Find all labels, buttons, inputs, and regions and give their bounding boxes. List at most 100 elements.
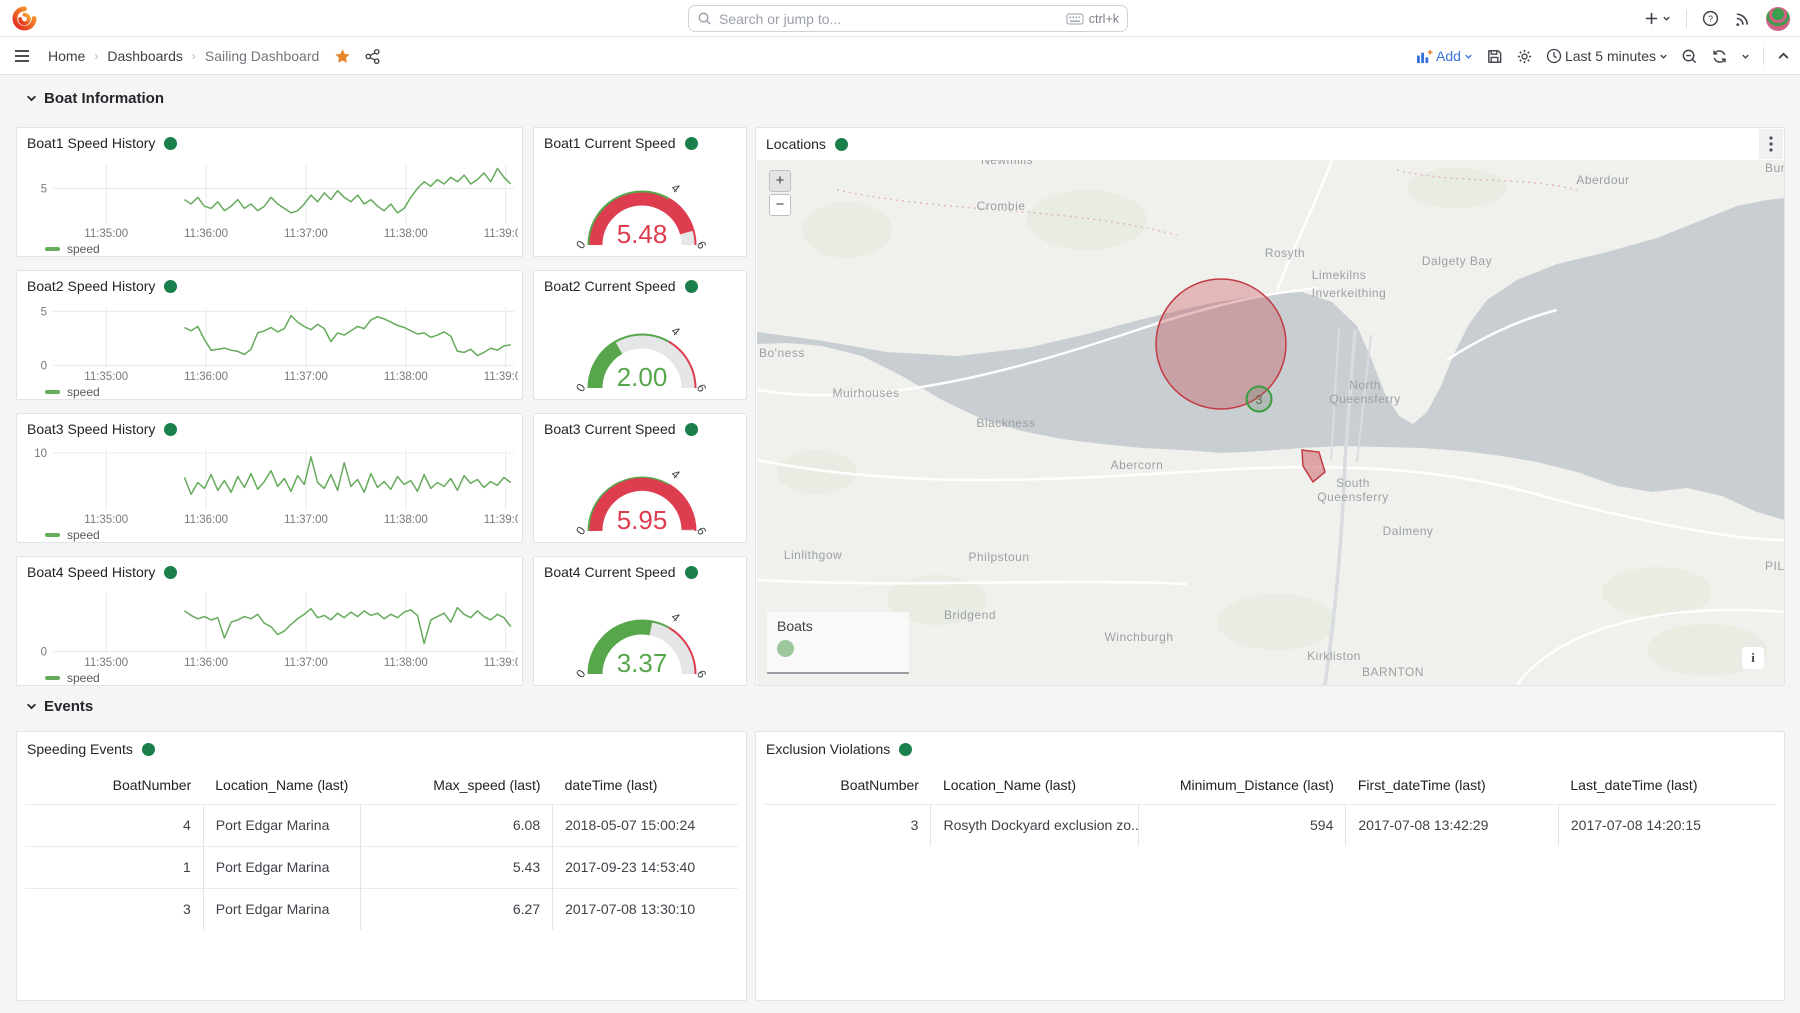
chevron-down-icon [26, 701, 37, 712]
caret-down-icon [1741, 52, 1750, 61]
timeseries-chart: 11:35:0011:36:0011:37:0011:38:0011:39:00… [23, 444, 518, 528]
save-button[interactable] [1486, 48, 1503, 65]
legend-speed[interactable]: speed [67, 671, 100, 685]
svg-text:11:36:00: 11:36:00 [184, 657, 228, 669]
news-button[interactable] [1734, 10, 1751, 27]
share-icon[interactable] [364, 48, 381, 65]
search-input[interactable]: Search or jump to... ctrl+k [688, 5, 1128, 32]
svg-text:Abercorn: Abercorn [1111, 458, 1164, 472]
add-panel-button[interactable]: Add [1416, 48, 1473, 64]
panel-header[interactable]: Boat2 Speed History [17, 271, 522, 301]
table-row: 1Port Edgar Marina5.432017-09-23 14:53:4… [25, 846, 738, 888]
panel-locations-map: Locations [755, 127, 1785, 686]
help-button[interactable]: ? [1702, 10, 1719, 27]
legend-swatch [45, 247, 60, 251]
column-header[interactable]: Max_speed (last) [360, 766, 553, 804]
svg-text:Newmills: Newmills [981, 160, 1033, 167]
svg-text:4: 4 [669, 467, 683, 482]
panel-header[interactable]: Boat4 Current Speed [534, 557, 746, 587]
panel-boat2-current-speed: Boat2 Current Speed 0462.00 [533, 270, 747, 400]
svg-text:11:37:00: 11:37:00 [284, 657, 328, 669]
breadcrumb-dashboards[interactable]: Dashboards [107, 48, 183, 64]
column-header[interactable]: Minimum_Distance (last) [1138, 766, 1345, 804]
svg-text:11:35:00: 11:35:00 [84, 371, 128, 383]
table-cell: 6.27 [360, 888, 553, 930]
svg-text:0: 0 [573, 381, 588, 395]
refresh-interval-caret[interactable] [1741, 52, 1750, 61]
svg-text:11:38:00: 11:38:00 [384, 657, 428, 669]
legend-speed[interactable]: speed [67, 528, 100, 542]
section-boat-information[interactable]: Boat Information [26, 90, 164, 107]
column-header[interactable]: Location_Name (last) [931, 766, 1138, 804]
boat-marker-label: 3 [1255, 392, 1262, 407]
svg-text:2.00: 2.00 [617, 362, 668, 392]
time-range-picker[interactable]: Last 5 minutes [1546, 48, 1668, 64]
panel-header[interactable]: Boat1 Speed History [17, 128, 522, 158]
gauge-chart: 0465.95 [562, 443, 722, 543]
svg-text:PILC: PILC [1765, 559, 1784, 573]
panel-header[interactable]: Boat4 Speed History [17, 557, 522, 587]
panel-header[interactable]: Locations [756, 128, 1784, 160]
column-header[interactable]: BoatNumber [25, 766, 203, 804]
zoom-out-button[interactable] [1681, 48, 1698, 65]
table-cell: Rosyth Dockyard exclusion zo... [931, 804, 1138, 846]
section-events[interactable]: Events [26, 698, 93, 715]
panel-boat1-speed-history: Boat1 Speed History 11:35:0011:36:0011:3… [16, 127, 523, 257]
svg-text:5.48: 5.48 [617, 219, 668, 249]
new-button[interactable] [1644, 11, 1671, 26]
panel-header[interactable]: Speeding Events [17, 732, 746, 766]
health-dot [835, 138, 848, 151]
svg-text:Dalgety Bay: Dalgety Bay [1422, 254, 1492, 268]
settings-button[interactable] [1516, 48, 1533, 65]
map-zoom-out-button[interactable]: − [769, 194, 791, 216]
column-header[interactable]: Last_dateTime (last) [1558, 766, 1776, 804]
breadcrumb-home[interactable]: Home [48, 48, 85, 64]
panel-header[interactable]: Exclusion Violations [756, 732, 1784, 766]
svg-text:Kirkliston: Kirkliston [1307, 649, 1361, 663]
map-attribution-button[interactable]: i [1742, 647, 1764, 669]
svg-text:Muirhouses: Muirhouses [832, 386, 899, 400]
table-cell: 2017-07-08 13:42:29 [1346, 804, 1559, 846]
avatar[interactable] [1766, 7, 1790, 31]
column-header[interactable]: BoatNumber [764, 766, 931, 804]
health-dot [685, 423, 698, 436]
column-header[interactable]: dateTime (last) [553, 766, 738, 804]
svg-text:11:39:00: 11:39:00 [484, 228, 518, 240]
panel-menu-kebab-icon[interactable] [1759, 129, 1783, 159]
svg-text:0: 0 [573, 667, 588, 681]
table-cell: 1 [25, 846, 203, 888]
panel-boat4-current-speed: Boat4 Current Speed 0463.37 [533, 556, 747, 686]
svg-text:11:35:00: 11:35:00 [84, 657, 128, 669]
column-header[interactable]: First_dateTime (last) [1346, 766, 1559, 804]
panel-header[interactable]: Boat3 Current Speed [534, 414, 746, 444]
chevron-down-icon [26, 93, 37, 104]
table-cell: 2017-09-23 14:53:40 [553, 846, 738, 888]
panel-exclusion-violations: Exclusion Violations BoatNumberLocation_… [755, 731, 1785, 1001]
svg-text:0: 0 [573, 524, 588, 538]
panel-header[interactable]: Boat1 Current Speed [534, 128, 746, 158]
svg-text:11:35:00: 11:35:00 [84, 228, 128, 240]
caret-down-icon [1662, 14, 1671, 23]
svg-text:3.37: 3.37 [617, 648, 668, 678]
column-header[interactable]: Location_Name (last) [203, 766, 360, 804]
map-scale-bar [767, 672, 909, 674]
panel-header[interactable]: Boat2 Current Speed [534, 271, 746, 301]
map-zoom-in-button[interactable]: + [769, 170, 791, 192]
star-icon[interactable] [334, 48, 351, 65]
svg-text:Queensferry: Queensferry [1317, 490, 1389, 504]
refresh-button[interactable] [1711, 48, 1728, 65]
menu-icon[interactable] [12, 46, 32, 66]
legend-speed[interactable]: speed [67, 242, 100, 256]
health-dot [164, 566, 177, 579]
collapse-toolbar-button[interactable] [1777, 50, 1790, 63]
svg-text:Crombie: Crombie [977, 199, 1026, 213]
health-dot [164, 280, 177, 293]
map-canvas[interactable]: 3 NewmillsBurCrombieAberdourRosythDalget… [757, 160, 1784, 685]
svg-text:0: 0 [41, 360, 47, 372]
svg-text:11:39:00: 11:39:00 [484, 657, 518, 669]
grafana-logo-icon[interactable] [12, 6, 37, 31]
clock-icon [1546, 48, 1562, 64]
legend-speed[interactable]: speed [67, 385, 100, 399]
panel-header[interactable]: Boat3 Speed History [17, 414, 522, 444]
map-legend-title: Boats [777, 618, 899, 634]
